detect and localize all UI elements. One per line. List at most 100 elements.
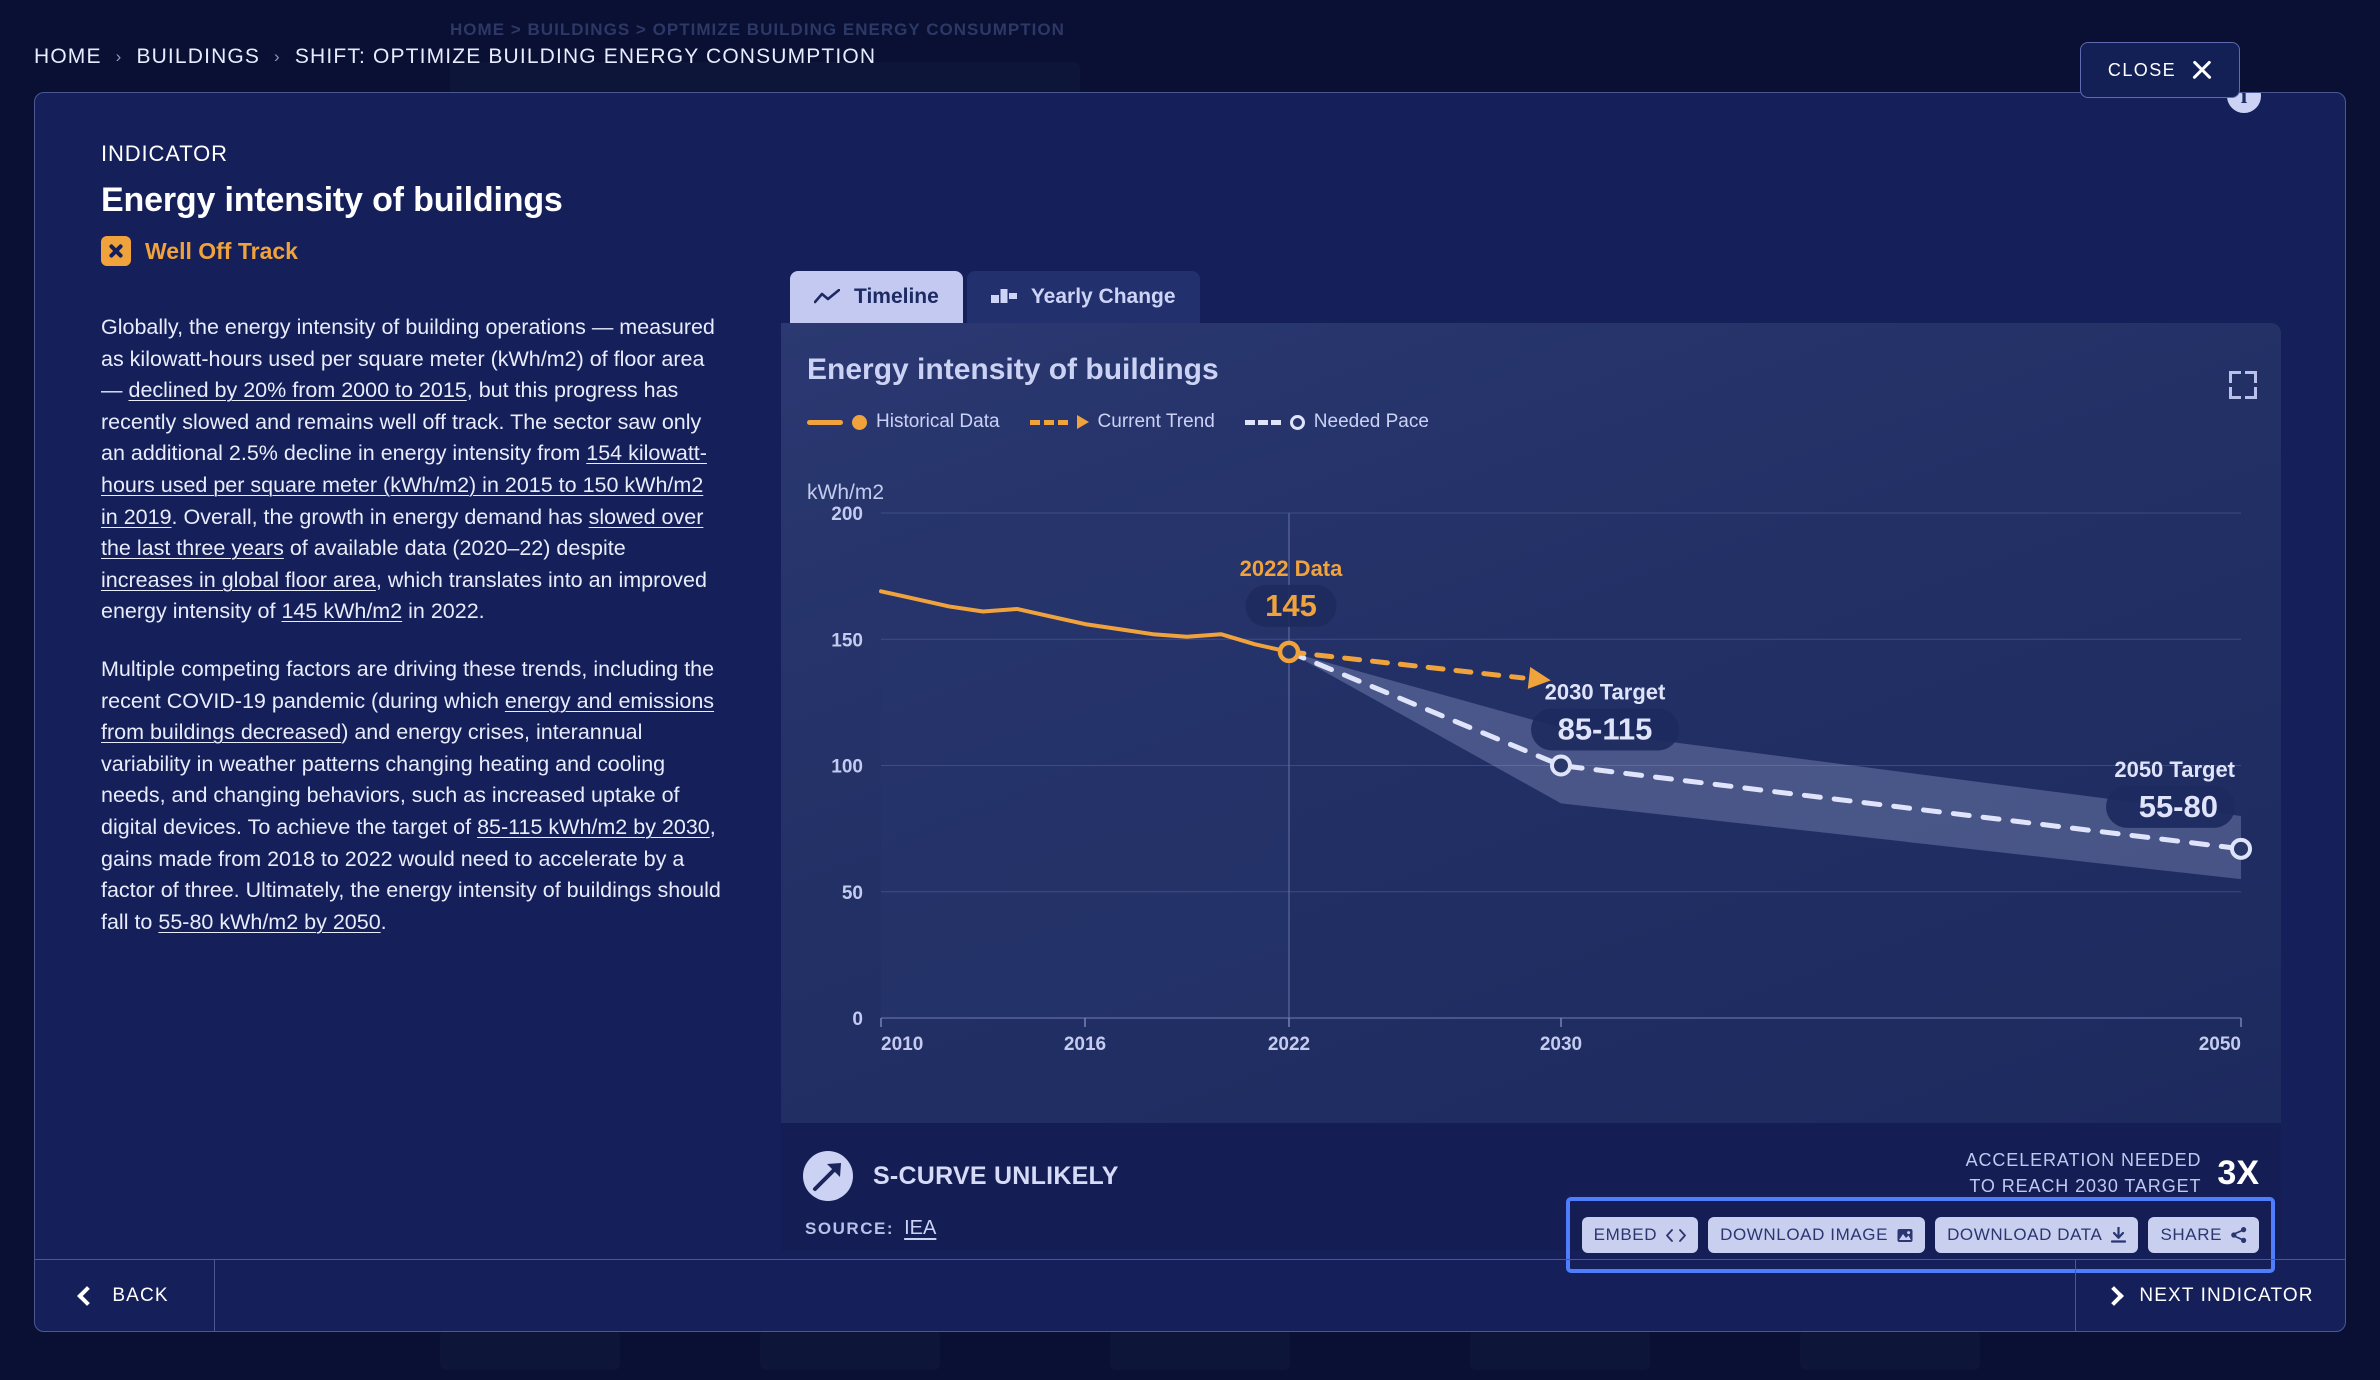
scurve-status: S-CURVE UNLIKELY	[803, 1151, 1119, 1201]
tab-yearly-change[interactable]: Yearly Change	[966, 271, 1200, 323]
legend-swatch-hollow-dot-icon	[1289, 414, 1305, 430]
back-button[interactable]: BACK	[35, 1260, 215, 1331]
download-icon	[2111, 1227, 2127, 1243]
backdrop-ghost-breadcrumb: HOME > BUILDINGS > OPTIMIZE BUILDING ENE…	[450, 20, 1065, 39]
next-indicator-button[interactable]: NEXT INDICATOR	[2075, 1260, 2345, 1331]
annotation-label: 2050 Target	[2114, 757, 2235, 782]
chevron-right-icon	[2104, 1286, 2125, 1306]
description-paragraph-2: Multiple competing factors are driving t…	[101, 654, 721, 938]
download-image-button-label: DOWNLOAD IMAGE	[1720, 1225, 1889, 1244]
breadcrumb-item-home[interactable]: HOME	[34, 45, 102, 69]
y-axis-label: kWh/m2	[807, 481, 885, 504]
inline-text: .	[380, 909, 387, 934]
backdrop-ghost-block	[1800, 1330, 1980, 1370]
breadcrumb-separator-icon: ›	[274, 47, 281, 66]
description-paragraph-1: Globally, the energy intensity of buildi…	[101, 312, 721, 628]
chart-title: Energy intensity of buildings	[807, 353, 1219, 386]
breadcrumb-item-shift[interactable]: SHIFT: OPTIMIZE BUILDING ENERGY CONSUMPT…	[295, 45, 876, 69]
inline-link[interactable]: declined by 20% from 2000 to 2015	[128, 378, 466, 402]
page-title: Energy intensity of buildings	[101, 181, 563, 219]
embed-button-label: EMBED	[1593, 1225, 1658, 1244]
acceleration-line-2: TO REACH 2030 TARGET	[1969, 1176, 2202, 1197]
inline-text: . Overall, the growth in energy demand h…	[171, 504, 589, 529]
back-button-label: BACK	[112, 1285, 169, 1306]
scurve-label: S-CURVE UNLIKELY	[873, 1161, 1119, 1190]
chart-annotation: 2022 Data 145	[1240, 556, 1343, 627]
legend-swatch-dashed-line-white	[1244, 419, 1281, 425]
chevron-left-icon	[77, 1286, 98, 1306]
chart-annotation: 2050 Target 55-80	[2106, 757, 2236, 828]
acceleration-line-1: ACCELERATION NEEDED	[1965, 1150, 2202, 1170]
x-axis-tick: 2010	[881, 1034, 923, 1055]
chart-footer: S-CURVE UNLIKELY ACCELERATION NEEDED TO …	[781, 1123, 2281, 1273]
chart-plot: kWh/m2 0 50 100 150 200 2010 2016 2022 2030 2050 2…	[781, 473, 2281, 1123]
legend-swatch-solid-line	[807, 419, 843, 425]
source-line: SOURCE: IEA	[805, 1217, 936, 1240]
annotation-label: 2030 Target	[1545, 680, 1666, 705]
embed-button[interactable]: EMBED	[1581, 1217, 1699, 1253]
inline-link[interactable]: 145 kWh/m2	[281, 599, 402, 623]
tab-yearly-change-label: Yearly Change	[1030, 285, 1176, 308]
status-badge-label: Well Off Track	[145, 237, 298, 264]
inline-link[interactable]: increases in global floor area	[101, 568, 376, 592]
fullscreen-icon[interactable]	[2229, 371, 2257, 399]
x-axis-tick: 2016	[1064, 1034, 1106, 1055]
historical-end-point	[1277, 640, 1301, 664]
acceleration-indicator: ACCELERATION NEEDED TO REACH 2030 TARGET…	[1966, 1147, 2259, 1199]
share-button[interactable]: SHARE	[2148, 1217, 2259, 1253]
tab-timeline[interactable]: Timeline	[790, 271, 963, 323]
indicator-detail-column: INDICATOR Energy intensity of buildings …	[101, 141, 721, 964]
download-image-button[interactable]: DOWNLOAD IMAGE	[1708, 1217, 1926, 1253]
chart-annotation: 2030 Target 85-115	[1531, 680, 1679, 751]
chart-view-tabs: Timeline Yearly Change	[790, 271, 1200, 323]
needed-pace-point	[1550, 754, 1572, 777]
status-badge: Well Off Track	[101, 236, 721, 266]
download-data-button[interactable]: DOWNLOAD DATA	[1935, 1217, 2139, 1253]
x-axis-tick: 2030	[1540, 1034, 1582, 1055]
inline-link[interactable]: 55-80 kWh/m2 by 2050	[158, 910, 380, 934]
breadcrumb-item-buildings[interactable]: BUILDINGS	[136, 45, 260, 69]
arrow-up-right-icon	[803, 1151, 853, 1201]
backdrop-ghost-block	[440, 1330, 620, 1370]
chart-card: Energy intensity of buildings Historical…	[781, 323, 2281, 1123]
inline-link[interactable]: 85-115 kWh/m2 by 2030	[477, 815, 710, 839]
share-button-label: SHARE	[2160, 1225, 2222, 1244]
legend-swatch-dashed-line	[1029, 419, 1068, 425]
indicator-eyebrow: INDICATOR	[101, 141, 228, 166]
backdrop-ghost-block	[760, 1330, 940, 1370]
chart-legend: Historical Data Current Trend Needed Pac…	[807, 411, 1429, 433]
annotation-value: 85-115	[1558, 712, 1653, 747]
x-mark-icon	[101, 236, 131, 266]
legend-label-needed-pace: Needed Pace	[1313, 411, 1429, 432]
needed-pace-point	[2230, 837, 2252, 860]
close-button[interactable]: CLOSE	[2080, 42, 2240, 98]
legend-item-historical[interactable]: Historical Data	[807, 411, 1000, 433]
backdrop-ghost-block	[1110, 1330, 1290, 1370]
inline-text: of available data (2020–22) despite	[283, 536, 626, 561]
inline-text: in 2022.	[402, 599, 485, 624]
legend-label-historical: Historical Data	[876, 411, 1000, 432]
y-axis-tick: 200	[831, 504, 863, 525]
legend-item-current-trend[interactable]: Current Trend	[1029, 411, 1215, 433]
acceleration-text: ACCELERATION NEEDED TO REACH 2030 TARGET	[1966, 1147, 2202, 1199]
line-chart-icon	[814, 289, 840, 304]
chart-area: Timeline Yearly Change i Energy intensit…	[781, 93, 2281, 1273]
legend-item-needed-pace[interactable]: Needed Pace	[1244, 411, 1429, 433]
tab-timeline-label: Timeline	[854, 285, 939, 308]
source-value-link[interactable]: IEA	[904, 1217, 936, 1239]
legend-label-current-trend: Current Trend	[1097, 411, 1215, 432]
chart-svg[interactable]: 0 50 100 150 200 2010 2016 2022 2030 2050 2022 Dat…	[781, 473, 2281, 1123]
backdrop-ghost-block	[1470, 1330, 1650, 1370]
y-axis-tick: 50	[842, 883, 863, 904]
panel-body: INDICATOR Energy intensity of buildings …	[35, 93, 2345, 1273]
code-icon	[1666, 1228, 1686, 1242]
y-axis-tick: 150	[831, 630, 863, 651]
x-axis-tick: 2050	[2199, 1034, 2241, 1055]
panel-nav-bar: BACK NEXT INDICATOR	[35, 1259, 2345, 1331]
y-axis-tick: 0	[852, 1009, 863, 1030]
annotation-value: 55-80	[2139, 789, 2218, 824]
source-label: SOURCE:	[805, 1219, 895, 1238]
next-indicator-button-label: NEXT INDICATOR	[2139, 1285, 2314, 1306]
download-data-button-label: DOWNLOAD DATA	[1947, 1225, 2103, 1244]
annotation-value: 145	[1265, 588, 1317, 623]
